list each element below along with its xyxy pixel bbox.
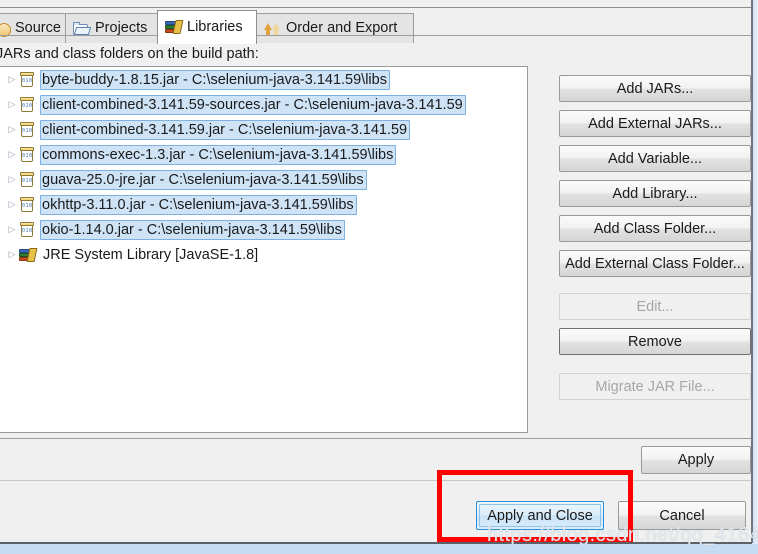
add-external-class-folder-label: Add External Class Folder... xyxy=(565,255,745,272)
remove-label: Remove xyxy=(628,333,682,350)
tab-source[interactable]: Source xyxy=(0,13,70,43)
expand-chevron-icon[interactable]: ▷ xyxy=(5,75,19,84)
edit-button: Edit... xyxy=(559,293,751,320)
list-item[interactable]: ▷ 010 byte-buddy-1.8.15.jar - C:\seleniu… xyxy=(0,67,527,92)
expand-chevron-icon[interactable]: ▷ xyxy=(5,200,19,209)
expand-chevron-icon[interactable]: ▷ xyxy=(5,225,19,234)
list-item-label: JRE System Library [JavaSE-1.8] xyxy=(43,246,259,263)
list-item-label: client-combined-3.141.59-sources.jar - C… xyxy=(40,94,466,115)
footer-divider xyxy=(0,438,751,439)
list-item[interactable]: ▷ 010 okhttp-3.11.0.jar - C:\selenium-ja… xyxy=(0,192,527,217)
jar-icon: 010 xyxy=(19,146,35,163)
jar-icon: 010 xyxy=(19,121,35,138)
jar-icon: 010 xyxy=(19,96,35,113)
jar-icon: 010 xyxy=(19,71,35,88)
add-class-folder-button[interactable]: Add Class Folder... xyxy=(559,215,751,242)
source-icon xyxy=(0,22,11,37)
dialog-bottom-glow xyxy=(0,544,758,554)
add-jars-label: Add JARs... xyxy=(616,80,694,97)
tab-order-and-export[interactable]: Order and Export xyxy=(256,13,414,43)
edit-label: Edit... xyxy=(636,298,674,315)
migrate-jar-file-label: Migrate JAR File... xyxy=(595,378,715,395)
build-path-label: JARs and class folders on the build path… xyxy=(0,46,259,62)
tab-underline xyxy=(0,35,751,36)
tab-libraries[interactable]: Libraries xyxy=(157,10,257,44)
folder-icon xyxy=(73,21,92,36)
apply-button[interactable]: Apply xyxy=(641,446,751,474)
cancel-label: Cancel xyxy=(659,507,705,524)
jar-icon: 010 xyxy=(19,196,35,213)
add-class-folder-label: Add Class Folder... xyxy=(593,220,717,237)
add-external-jars-label: Add External JARs... xyxy=(588,115,722,132)
list-item-label: client-combined-3.141.59.jar - C:\seleni… xyxy=(40,119,411,140)
tab-libraries-label: Libraries xyxy=(187,19,243,36)
tab-projects[interactable]: Projects xyxy=(65,13,160,43)
list-item[interactable]: ▷ 010 commons-exec-1.3.jar - C:\selenium… xyxy=(0,142,527,167)
list-item[interactable]: ▷ 010 client-combined-3.141.59.jar - C:\… xyxy=(0,117,527,142)
add-library-label: Add Library... xyxy=(612,185,698,202)
tab-strip: Source Projects Libraries Order and Expo… xyxy=(0,8,751,44)
expand-chevron-icon[interactable]: ▷ xyxy=(5,250,19,259)
jar-icon: 010 xyxy=(19,171,35,188)
apply-and-close-label: Apply and Close xyxy=(487,507,593,524)
remove-button[interactable]: Remove xyxy=(559,328,751,355)
books-icon xyxy=(165,20,184,35)
jar-icon: 010 xyxy=(19,221,35,238)
add-external-jars-button[interactable]: Add External JARs... xyxy=(559,110,751,137)
order-arrows-icon xyxy=(264,22,281,36)
footer-divider-2 xyxy=(0,480,751,481)
tab-projects-label: Projects xyxy=(95,20,148,37)
tab-order-and-export-label: Order and Export xyxy=(286,20,398,37)
dialog-right-glow xyxy=(753,0,758,554)
list-item-label: byte-buddy-1.8.15.jar - C:\selenium-java… xyxy=(40,69,390,90)
expand-chevron-icon[interactable]: ▷ xyxy=(5,125,19,134)
books-icon xyxy=(19,247,38,263)
tab-source-label: Source xyxy=(15,20,61,37)
library-list[interactable]: ▷ 010 byte-buddy-1.8.15.jar - C:\seleniu… xyxy=(0,66,528,433)
list-item[interactable]: ▷ 010 guava-25.0-jre.jar - C:\selenium-j… xyxy=(0,167,527,192)
list-item[interactable]: ▷ 010 okio-1.14.0.jar - C:\selenium-java… xyxy=(0,217,527,242)
expand-chevron-icon[interactable]: ▷ xyxy=(5,150,19,159)
cancel-button[interactable]: Cancel xyxy=(618,501,746,530)
eclipse-build-path-dialog: Source Projects Libraries Order and Expo… xyxy=(0,0,758,554)
list-item-label: commons-exec-1.3.jar - C:\selenium-java-… xyxy=(40,144,397,165)
add-jars-button[interactable]: Add JARs... xyxy=(559,75,751,102)
list-item-label: guava-25.0-jre.jar - C:\selenium-java-3.… xyxy=(40,169,367,190)
list-item[interactable]: ▷ JRE System Library [JavaSE-1.8] xyxy=(0,242,527,267)
expand-chevron-icon[interactable]: ▷ xyxy=(5,100,19,109)
apply-label: Apply xyxy=(677,452,715,468)
list-item[interactable]: ▷ 010 client-combined-3.141.59-sources.j… xyxy=(0,92,527,117)
migrate-jar-file-button: Migrate JAR File... xyxy=(559,373,751,400)
expand-chevron-icon[interactable]: ▷ xyxy=(5,175,19,184)
apply-and-close-button[interactable]: Apply and Close xyxy=(476,501,604,530)
list-item-label: okio-1.14.0.jar - C:\selenium-java-3.141… xyxy=(40,219,345,240)
list-item-label: okhttp-3.11.0.jar - C:\selenium-java-3.1… xyxy=(40,194,357,215)
add-variable-label: Add Variable... xyxy=(607,150,703,167)
add-variable-button[interactable]: Add Variable... xyxy=(559,145,751,172)
add-library-button[interactable]: Add Library... xyxy=(559,180,751,207)
add-external-class-folder-button[interactable]: Add External Class Folder... xyxy=(559,250,751,277)
